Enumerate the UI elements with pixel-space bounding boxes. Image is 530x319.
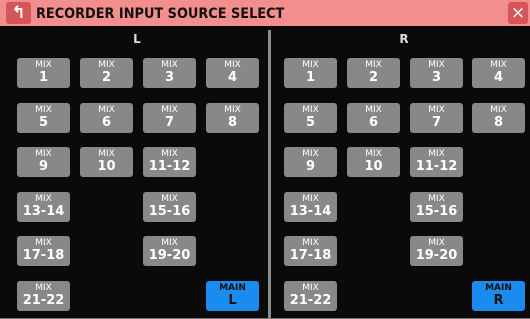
source-number-label: 6 [101,114,112,130]
left-mix-7-button[interactable]: MIX 7 [143,103,196,133]
source-number-label: R [493,292,504,308]
right-mix-21-22-button[interactable]: MIX 21-22 [284,281,337,311]
left-channel-label: L [133,32,141,46]
left-mix-17-18-button[interactable]: MIX 17-18 [17,236,70,266]
source-number-label: 11-12 [415,158,458,174]
source-number-label: 21-22 [289,292,332,308]
right-channel-label: R [399,32,409,46]
source-number-label: 21-22 [22,292,65,308]
close-button[interactable]: × [508,2,528,24]
source-number-label: 3 [431,69,442,85]
left-mix-19-20-button[interactable]: MIX 19-20 [143,236,196,266]
source-number-label: 7 [164,114,175,130]
source-number-label: 5 [38,114,49,130]
right-mix-11-12-button[interactable]: MIX 11-12 [410,147,463,177]
close-icon: × [510,2,526,23]
right-mix-2-button[interactable]: MIX 2 [347,58,400,88]
source-number-label: 4 [227,69,238,85]
source-number-label: 17-18 [289,247,332,263]
source-number-label: 8 [227,114,238,130]
channel-divider [268,30,271,319]
left-mix-2-button[interactable]: MIX 2 [80,58,133,88]
left-mix-6-button[interactable]: MIX 6 [80,103,133,133]
right-mix-19-20-button[interactable]: MIX 19-20 [410,236,463,266]
left-mix-5-button[interactable]: MIX 5 [17,103,70,133]
right-mix-9-button[interactable]: MIX 9 [284,147,337,177]
left-mix-13-14-button[interactable]: MIX 13-14 [17,192,70,222]
right-main-r-button[interactable]: MAIN R [472,281,525,311]
left-mix-4-button[interactable]: MIX 4 [206,58,259,88]
source-number-label: 8 [493,114,504,130]
back-arrow-icon: ↰ [11,2,26,23]
left-mix-3-button[interactable]: MIX 3 [143,58,196,88]
source-number-label: 11-12 [148,158,191,174]
source-number-label: 5 [305,114,316,130]
back-button[interactable]: ↰ [6,2,31,24]
source-number-label: 15-16 [415,203,458,219]
right-mix-7-button[interactable]: MIX 7 [410,103,463,133]
source-number-label: 2 [368,69,379,85]
source-number-label: 6 [368,114,379,130]
source-number-label: 10 [97,158,116,174]
right-mix-6-button[interactable]: MIX 6 [347,103,400,133]
source-number-label: L [228,292,237,308]
source-number-label: 3 [164,69,175,85]
right-mix-3-button[interactable]: MIX 3 [410,58,463,88]
source-number-label: 7 [431,114,442,130]
source-number-label: 4 [493,69,504,85]
source-number-label: 9 [38,158,49,174]
left-mix-8-button[interactable]: MIX 8 [206,103,259,133]
source-number-label: 1 [38,69,49,85]
source-number-label: 10 [364,158,383,174]
right-mix-13-14-button[interactable]: MIX 13-14 [284,192,337,222]
source-number-label: 13-14 [22,203,65,219]
right-mix-10-button[interactable]: MIX 10 [347,147,400,177]
left-mix-10-button[interactable]: MIX 10 [80,147,133,177]
left-mix-1-button[interactable]: MIX 1 [17,58,70,88]
right-mix-15-16-button[interactable]: MIX 15-16 [410,192,463,222]
right-mix-5-button[interactable]: MIX 5 [284,103,337,133]
right-mix-4-button[interactable]: MIX 4 [472,58,525,88]
left-mix-11-12-button[interactable]: MIX 11-12 [143,147,196,177]
source-number-label: 19-20 [148,247,191,263]
title-bar: ↰ RECORDER INPUT SOURCE SELECT × [0,0,530,26]
source-number-label: 17-18 [22,247,65,263]
source-number-label: 1 [305,69,316,85]
right-mix-17-18-button[interactable]: MIX 17-18 [284,236,337,266]
right-mix-8-button[interactable]: MIX 8 [472,103,525,133]
source-number-label: 15-16 [148,203,191,219]
left-mix-9-button[interactable]: MIX 9 [17,147,70,177]
left-mix-21-22-button[interactable]: MIX 21-22 [17,281,70,311]
left-main-l-button[interactable]: MAIN L [206,281,259,311]
left-mix-15-16-button[interactable]: MIX 15-16 [143,192,196,222]
source-number-label: 13-14 [289,203,332,219]
right-mix-1-button[interactable]: MIX 1 [284,58,337,88]
page-title: RECORDER INPUT SOURCE SELECT [36,6,285,22]
source-number-label: 19-20 [415,247,458,263]
source-number-label: 2 [101,69,112,85]
source-number-label: 9 [305,158,316,174]
